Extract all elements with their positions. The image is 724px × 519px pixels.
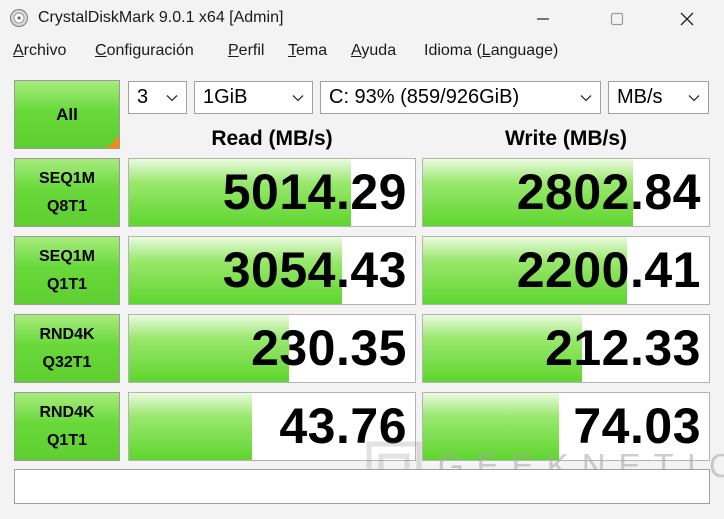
test-label-line1: RND4K [39, 403, 95, 421]
seq1m-q1t1-read-result: 3054.43 [128, 236, 416, 305]
rnd4k-q1t1-button[interactable]: RND4K Q1T1 [14, 392, 120, 461]
unit-value: MB/s [617, 86, 663, 108]
test-count-value: 3 [137, 86, 149, 108]
test-label-line2: Q1T1 [46, 431, 87, 449]
write-value: 2200.41 [516, 242, 701, 298]
chevron-down-icon [166, 95, 178, 102]
menu-idioma[interactable]: Idioma (Language) [424, 42, 558, 60]
read-value: 3054.43 [222, 242, 407, 298]
drive-value: C: 93% (859/926GiB) [329, 86, 520, 108]
test-label-line1: SEQ1M [38, 247, 95, 265]
read-value: 230.35 [251, 320, 407, 376]
test-label-line2: Q32T1 [42, 353, 92, 371]
menu-archivo[interactable]: Archivo [13, 42, 66, 60]
read-column-header: Read (MB/s) [211, 127, 333, 150]
test-label-line1: SEQ1M [38, 169, 95, 187]
test-count-select[interactable]: 3 [128, 81, 187, 114]
seq1m-q8t1-write-result: 2802.84 [422, 158, 710, 227]
chevron-down-icon [580, 95, 592, 102]
maximize-button[interactable] [594, 0, 640, 38]
close-icon [680, 12, 694, 26]
menu-bar: Archivo Configuración Perfil Tema Ayuda … [0, 38, 724, 66]
title-bar: CrystalDiskMark 9.0.1 x64 [Admin] [0, 0, 724, 38]
rnd4k-q32t1-button[interactable]: RND4K Q32T1 [14, 314, 120, 383]
window-title: CrystalDiskMark 9.0.1 x64 [Admin] [38, 9, 284, 26]
seq1m-q8t1-button[interactable]: SEQ1M Q8T1 [14, 158, 120, 227]
comment-input[interactable] [14, 469, 710, 504]
test-size-value: 1GiB [203, 86, 248, 108]
drive-select[interactable]: C: 93% (859/926GiB) [320, 81, 601, 114]
seq1m-q1t1-button[interactable]: SEQ1M Q1T1 [14, 236, 120, 305]
rnd4k-q32t1-read-result: 230.35 [128, 314, 416, 383]
seq1m-q1t1-write-result: 2200.41 [422, 236, 710, 305]
all-button-label: All [56, 104, 78, 124]
test-size-select[interactable]: 1GiB [194, 81, 313, 114]
write-column-header: Write (MB/s) [504, 127, 628, 150]
chevron-down-icon [292, 95, 304, 102]
menu-tema[interactable]: Tema [288, 42, 327, 60]
unit-select[interactable]: MB/s [608, 81, 709, 114]
menu-ayuda[interactable]: Ayuda [351, 42, 396, 60]
corner-indicator [107, 136, 119, 148]
close-button[interactable] [664, 0, 710, 38]
read-progress-fill [129, 393, 252, 460]
minimize-button[interactable] [520, 0, 566, 38]
test-label-line2: Q8T1 [46, 197, 87, 215]
test-label-line1: RND4K [39, 325, 95, 343]
all-tests-button[interactable]: All [14, 80, 120, 149]
test-label-line2: Q1T1 [46, 275, 87, 293]
maximize-icon [610, 12, 624, 26]
seq1m-q8t1-read-result: 5014.29 [128, 158, 416, 227]
read-value: 5014.29 [222, 164, 407, 220]
write-value: 2802.84 [516, 164, 701, 220]
crystaldiskmark-app-icon [10, 9, 28, 27]
minimize-icon [537, 18, 549, 20]
menu-configuracion[interactable]: Configuración [95, 42, 194, 60]
rnd4k-q32t1-write-result: 212.33 [422, 314, 710, 383]
write-value: 212.33 [545, 320, 701, 376]
chevron-down-icon [688, 95, 700, 102]
menu-perfil[interactable]: Perfil [228, 42, 264, 60]
